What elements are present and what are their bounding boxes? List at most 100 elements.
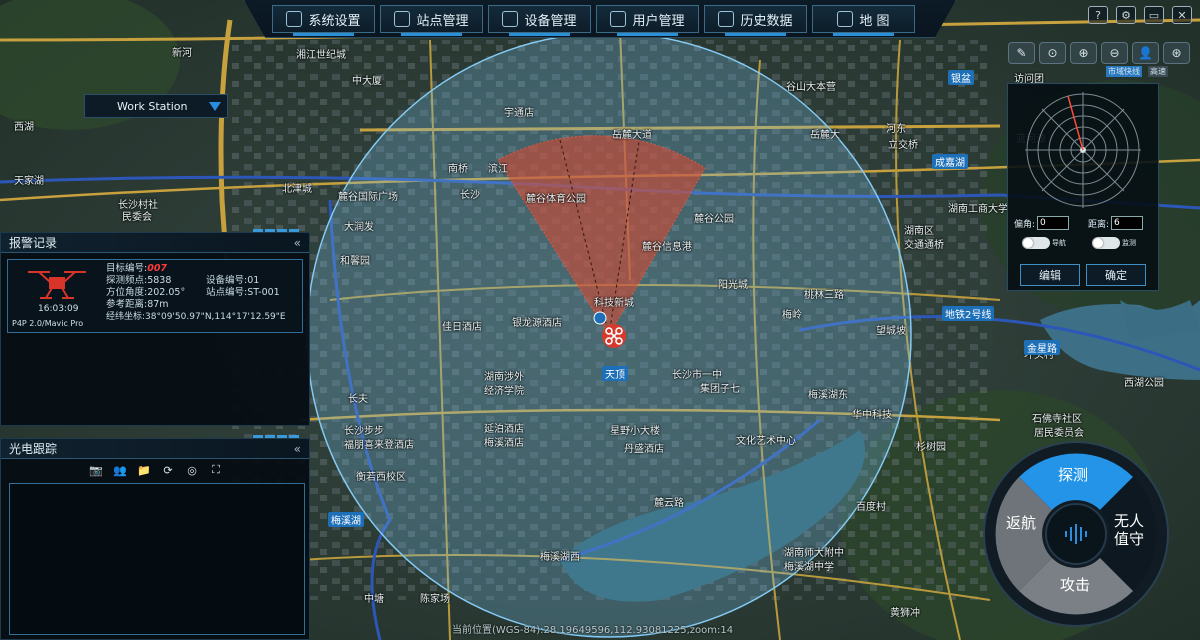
workstation-select-value: Work Station: [117, 99, 188, 113]
nav-tab-1[interactable]: 站点管理: [380, 5, 483, 36]
device-grid-icon: [502, 11, 519, 27]
user-gear-icon: [610, 11, 627, 27]
map-place-label: 西湖公园: [1124, 378, 1164, 389]
edit-button[interactable]: 编辑: [1020, 264, 1080, 286]
map-place-label: 麓谷信息港: [642, 242, 692, 253]
confirm-button[interactable]: 确定: [1086, 264, 1146, 286]
optical-tracking-panel: 光电跟踪 « 📷 👥 📁 ⟳ ◎ ⛶: [0, 435, 310, 640]
fullscreen-icon[interactable]: ⛶: [209, 463, 223, 476]
restore-window-icon[interactable]: ▭: [1144, 6, 1164, 24]
nav-tab-0[interactable]: 系统设置: [272, 5, 375, 36]
reference-distance: 参考距离:87m: [106, 299, 169, 310]
person-icon[interactable]: 👤: [1132, 42, 1159, 64]
map-place-label: 丹盛酒店: [624, 444, 664, 455]
monitor-toggle-label: 监测: [1122, 239, 1136, 247]
map-place-label: 湘江世纪城: [296, 50, 346, 61]
toggle-row-1: 导航: [1022, 237, 1066, 249]
nav-tab-label: 站点管理: [416, 13, 469, 29]
range-input[interactable]: [1111, 216, 1144, 230]
zoom-out-icon[interactable]: ⊖: [1101, 42, 1128, 64]
map-place-label: 银龙源酒店: [512, 318, 562, 329]
control-wheel: 探测 返航 无人 值守 攻击: [982, 440, 1170, 628]
map-place-label: 中塘: [364, 594, 384, 605]
nav-tab-3[interactable]: 用户管理: [596, 5, 699, 36]
layers-icon[interactable]: ⊛: [1163, 42, 1190, 64]
map-place-label: 阳光城: [718, 280, 748, 291]
target-icon[interactable]: ◎: [185, 464, 199, 477]
nav-tab-2[interactable]: 设备管理: [488, 5, 591, 36]
alarm-panel-title: 报警记录: [9, 236, 58, 250]
map-place-label: 长沙: [460, 190, 480, 201]
draw-icon[interactable]: ✎: [1008, 42, 1035, 64]
map-place-label: 星野小大楼: [610, 426, 660, 437]
map-place-label: 居民委员会: [1034, 428, 1084, 439]
site-tree-icon: [394, 11, 411, 27]
map-toolbar: ✎ ⊙ ⊕ ⊖ 👤 ⊛: [1008, 42, 1190, 64]
alarm-record-card[interactable]: 16:03:09 P4P 2.0/Mavic Pro 目标编号:007 探测频点…: [7, 259, 303, 333]
map-place-label: 经济学院: [484, 386, 524, 397]
nav-tab-label: 系统设置: [308, 13, 361, 29]
map-place-label: 河东: [886, 124, 906, 135]
folder-icon[interactable]: 📁: [137, 464, 151, 477]
map-place-label: 湖南区: [904, 226, 934, 237]
close-icon[interactable]: ✕: [1172, 6, 1192, 24]
angle-label: 偏角:: [1014, 219, 1036, 230]
collapse-icon[interactable]: «: [294, 236, 301, 250]
map-place-label: 金星路: [1024, 340, 1060, 355]
help-icon[interactable]: ?: [1088, 6, 1108, 24]
toggle-row-2: 监测: [1092, 237, 1136, 249]
map-place-label: 科技新城: [594, 298, 634, 309]
collapse-icon[interactable]: «: [294, 442, 301, 456]
nav-tab-label: 地 图: [859, 13, 890, 29]
map-pin-icon: [837, 11, 854, 27]
locate-icon[interactable]: ⊙: [1039, 42, 1066, 64]
map-place-label: 石佛寺社区: [1032, 414, 1082, 425]
tracking-video-view[interactable]: [9, 483, 305, 635]
map-place-label: 麓谷公园: [694, 214, 734, 225]
nav-tab-label: 历史数据: [740, 13, 793, 29]
unattended-button[interactable]: 无人 值守: [1114, 512, 1144, 548]
top-nav-tabs: 系统设置 站点管理 设备管理 用户管理 历史数据 地 图: [272, 5, 915, 36]
map-place-label: 宇通店: [504, 108, 534, 119]
map-place-label: 麓云路: [654, 498, 684, 509]
radar-panel: 偏角: 距离: 导航 监测: [1007, 83, 1159, 291]
nav-tab-4[interactable]: 历史数据: [704, 5, 807, 36]
map-place-label: 湖南涉外: [484, 372, 524, 383]
map-place-label: 大润发: [344, 222, 374, 233]
navigation-toggle-label: 导航: [1052, 239, 1066, 247]
attack-button[interactable]: 攻击: [1060, 576, 1090, 594]
map-place-label: 湖南工商大学: [948, 204, 1008, 215]
map-place-label: 长沙市一中: [672, 370, 722, 381]
angle-input[interactable]: [1037, 216, 1070, 230]
map-place-label: 交通通桥: [904, 240, 944, 251]
monitor-toggle[interactable]: [1092, 237, 1120, 249]
map-place-label: 天顶: [602, 366, 628, 381]
legend-tag-1: 市域快线: [1106, 66, 1142, 77]
settings-icon[interactable]: ⚙: [1116, 6, 1136, 24]
workstation-select[interactable]: Work Station: [84, 94, 228, 118]
refresh-icon[interactable]: ⟳: [161, 464, 175, 477]
map-place-label: 麓谷国际广场: [338, 192, 398, 203]
radar-scope[interactable]: [1008, 88, 1158, 212]
map-place-label: 长沙步步: [344, 426, 384, 437]
people-icon[interactable]: 👥: [113, 464, 127, 477]
nav-tab-label: 设备管理: [524, 13, 577, 29]
map-place-label: 文化艺术中心: [736, 436, 796, 447]
detect-button[interactable]: 探测: [1058, 466, 1088, 484]
map-place-label: 成嘉湖: [932, 154, 968, 169]
nav-tab-5[interactable]: 地 图: [812, 5, 915, 36]
map-place-label: 天家湖: [14, 176, 44, 187]
zoom-in-icon[interactable]: ⊕: [1070, 42, 1097, 64]
camera-icon[interactable]: 📷: [89, 464, 103, 477]
chart-icon: [718, 11, 735, 27]
return-home-button[interactable]: 返航: [1006, 514, 1036, 532]
settings-screen-icon: [286, 11, 303, 27]
tracking-toolbar: 📷 👥 📁 ⟳ ◎ ⛶: [89, 463, 223, 477]
map-place-label: 百度村: [856, 502, 886, 513]
navigation-toggle[interactable]: [1022, 237, 1050, 249]
tracking-panel-title: 光电跟踪: [9, 442, 58, 456]
map-place-label: 黄狮冲: [890, 608, 920, 619]
alarm-panel-header: 报警记录 «: [1, 233, 309, 253]
dropdown-triangle-icon: [209, 102, 221, 111]
map-place-label: 地铁2号线: [942, 306, 995, 321]
